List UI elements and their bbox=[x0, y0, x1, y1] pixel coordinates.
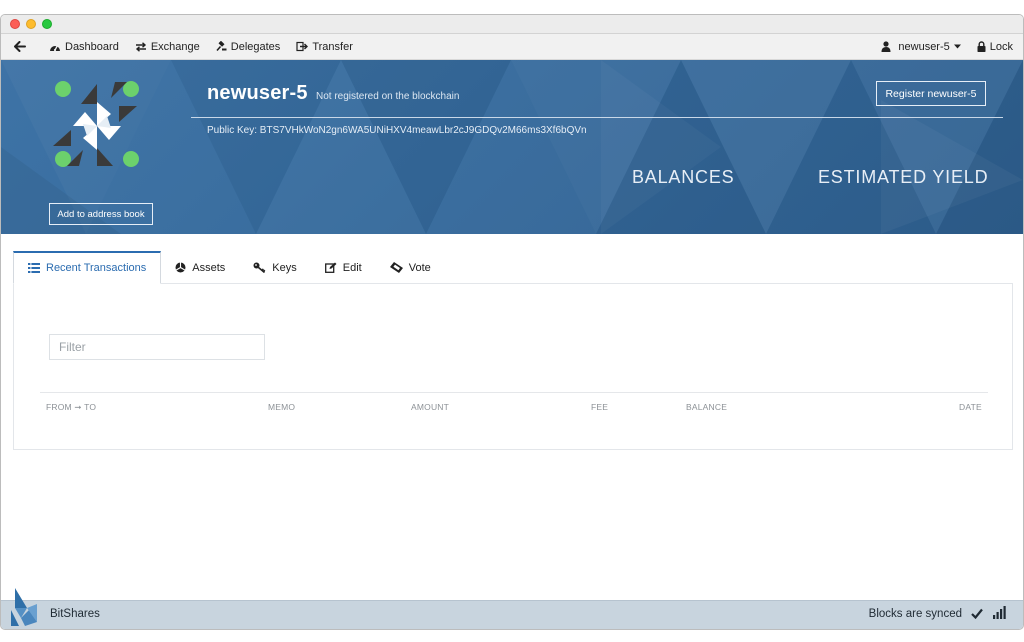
triangle-pattern-background bbox=[1, 60, 1023, 234]
tab-recent-transactions[interactable]: Recent Transactions bbox=[13, 251, 162, 284]
tab-vote[interactable]: Vote bbox=[376, 251, 445, 284]
tab-assets-label: Assets bbox=[192, 261, 226, 274]
register-account-button[interactable]: Register newuser-5 bbox=[876, 81, 986, 106]
header-divider bbox=[191, 117, 1003, 118]
tab-keys-label: Keys bbox=[272, 261, 297, 274]
account-content: Recent Transactions Assets Keys Edit Vot… bbox=[1, 234, 1023, 600]
key-icon bbox=[253, 262, 266, 273]
add-to-address-book-button[interactable]: Add to address book bbox=[49, 203, 153, 225]
registration-status: Not registered on the blockchain bbox=[316, 91, 460, 102]
tab-vote-label: Vote bbox=[408, 261, 431, 274]
lock-icon bbox=[977, 41, 986, 52]
arrow-left-icon bbox=[14, 41, 26, 52]
nav-dashboard-label: Dashboard bbox=[65, 40, 119, 53]
lock-label: Lock bbox=[989, 40, 1013, 53]
transfer-icon bbox=[296, 41, 309, 52]
nav-dashboard[interactable]: Dashboard bbox=[49, 34, 119, 59]
lock-button[interactable]: Lock bbox=[977, 34, 1013, 59]
status-bar: BitShares Blocks are synced bbox=[1, 588, 1023, 629]
list-icon bbox=[28, 263, 40, 273]
caret-down-icon bbox=[953, 44, 961, 49]
tab-keys[interactable]: Keys bbox=[239, 251, 310, 284]
nav-transfer-label: Transfer bbox=[312, 40, 353, 53]
app-window: Dashboard Exchange Delegates Transfer ne… bbox=[0, 14, 1024, 630]
tab-assets[interactable]: Assets bbox=[161, 251, 239, 284]
account-name: newuser-5 bbox=[207, 82, 308, 104]
tab-edit-label: Edit bbox=[342, 261, 362, 274]
bitshares-logo-icon bbox=[11, 588, 37, 626]
public-key: Public Key: BTS7VHkWoN2gn6WA5UNiHXV4meaw… bbox=[207, 125, 587, 136]
top-navbar: Dashboard Exchange Delegates Transfer ne… bbox=[1, 34, 1023, 60]
account-tabs: Recent Transactions Assets Keys Edit Vot… bbox=[13, 251, 445, 284]
column-memo: MEMO bbox=[268, 402, 296, 412]
column-fee: FEE bbox=[591, 402, 609, 412]
ticket-icon bbox=[389, 262, 403, 273]
nav-delegates-label: Delegates bbox=[230, 40, 281, 53]
edit-icon bbox=[324, 262, 337, 273]
balances-heading: BALANCES bbox=[632, 167, 735, 187]
nav-exchange[interactable]: Exchange bbox=[135, 34, 200, 59]
back-button[interactable] bbox=[1, 34, 39, 59]
pie-chart-icon bbox=[175, 262, 186, 273]
tab-edit[interactable]: Edit bbox=[311, 251, 376, 284]
account-identicon bbox=[53, 81, 139, 167]
estimated-yield-heading: ESTIMATED YIELD bbox=[818, 167, 989, 187]
account-header: newuser-5 Not registered on the blockcha… bbox=[1, 60, 1023, 234]
user-menu[interactable]: newuser-5 bbox=[881, 34, 961, 59]
close-window-button[interactable] bbox=[10, 19, 20, 29]
column-from-to: FROM ➞ TO bbox=[46, 402, 97, 412]
minimize-window-button[interactable] bbox=[26, 19, 36, 29]
table-header-divider bbox=[40, 392, 988, 393]
nav-exchange-label: Exchange bbox=[150, 40, 200, 53]
filter-input[interactable] bbox=[49, 334, 265, 360]
user-menu-label: newuser-5 bbox=[898, 40, 950, 53]
exchange-icon bbox=[135, 41, 146, 52]
maximize-window-button[interactable] bbox=[42, 19, 52, 29]
signal-icon bbox=[993, 606, 1006, 619]
column-balance: BALANCE bbox=[686, 402, 728, 412]
nav-transfer[interactable]: Transfer bbox=[296, 34, 353, 59]
transactions-panel: FROM ➞ TO MEMO AMOUNT FEE BALANCE DATE bbox=[13, 283, 1013, 450]
user-icon bbox=[881, 41, 891, 52]
nav-delegates[interactable]: Delegates bbox=[216, 34, 281, 59]
check-icon bbox=[971, 608, 983, 619]
gavel-icon bbox=[216, 41, 227, 52]
tab-recent-transactions-label: Recent Transactions bbox=[46, 262, 147, 274]
column-date: DATE bbox=[959, 402, 982, 412]
window-titlebar bbox=[1, 15, 1023, 34]
column-amount: AMOUNT bbox=[411, 402, 450, 412]
sync-status: Blocks are synced bbox=[868, 608, 962, 620]
dashboard-icon bbox=[50, 44, 60, 51]
app-name: BitShares bbox=[50, 608, 100, 620]
